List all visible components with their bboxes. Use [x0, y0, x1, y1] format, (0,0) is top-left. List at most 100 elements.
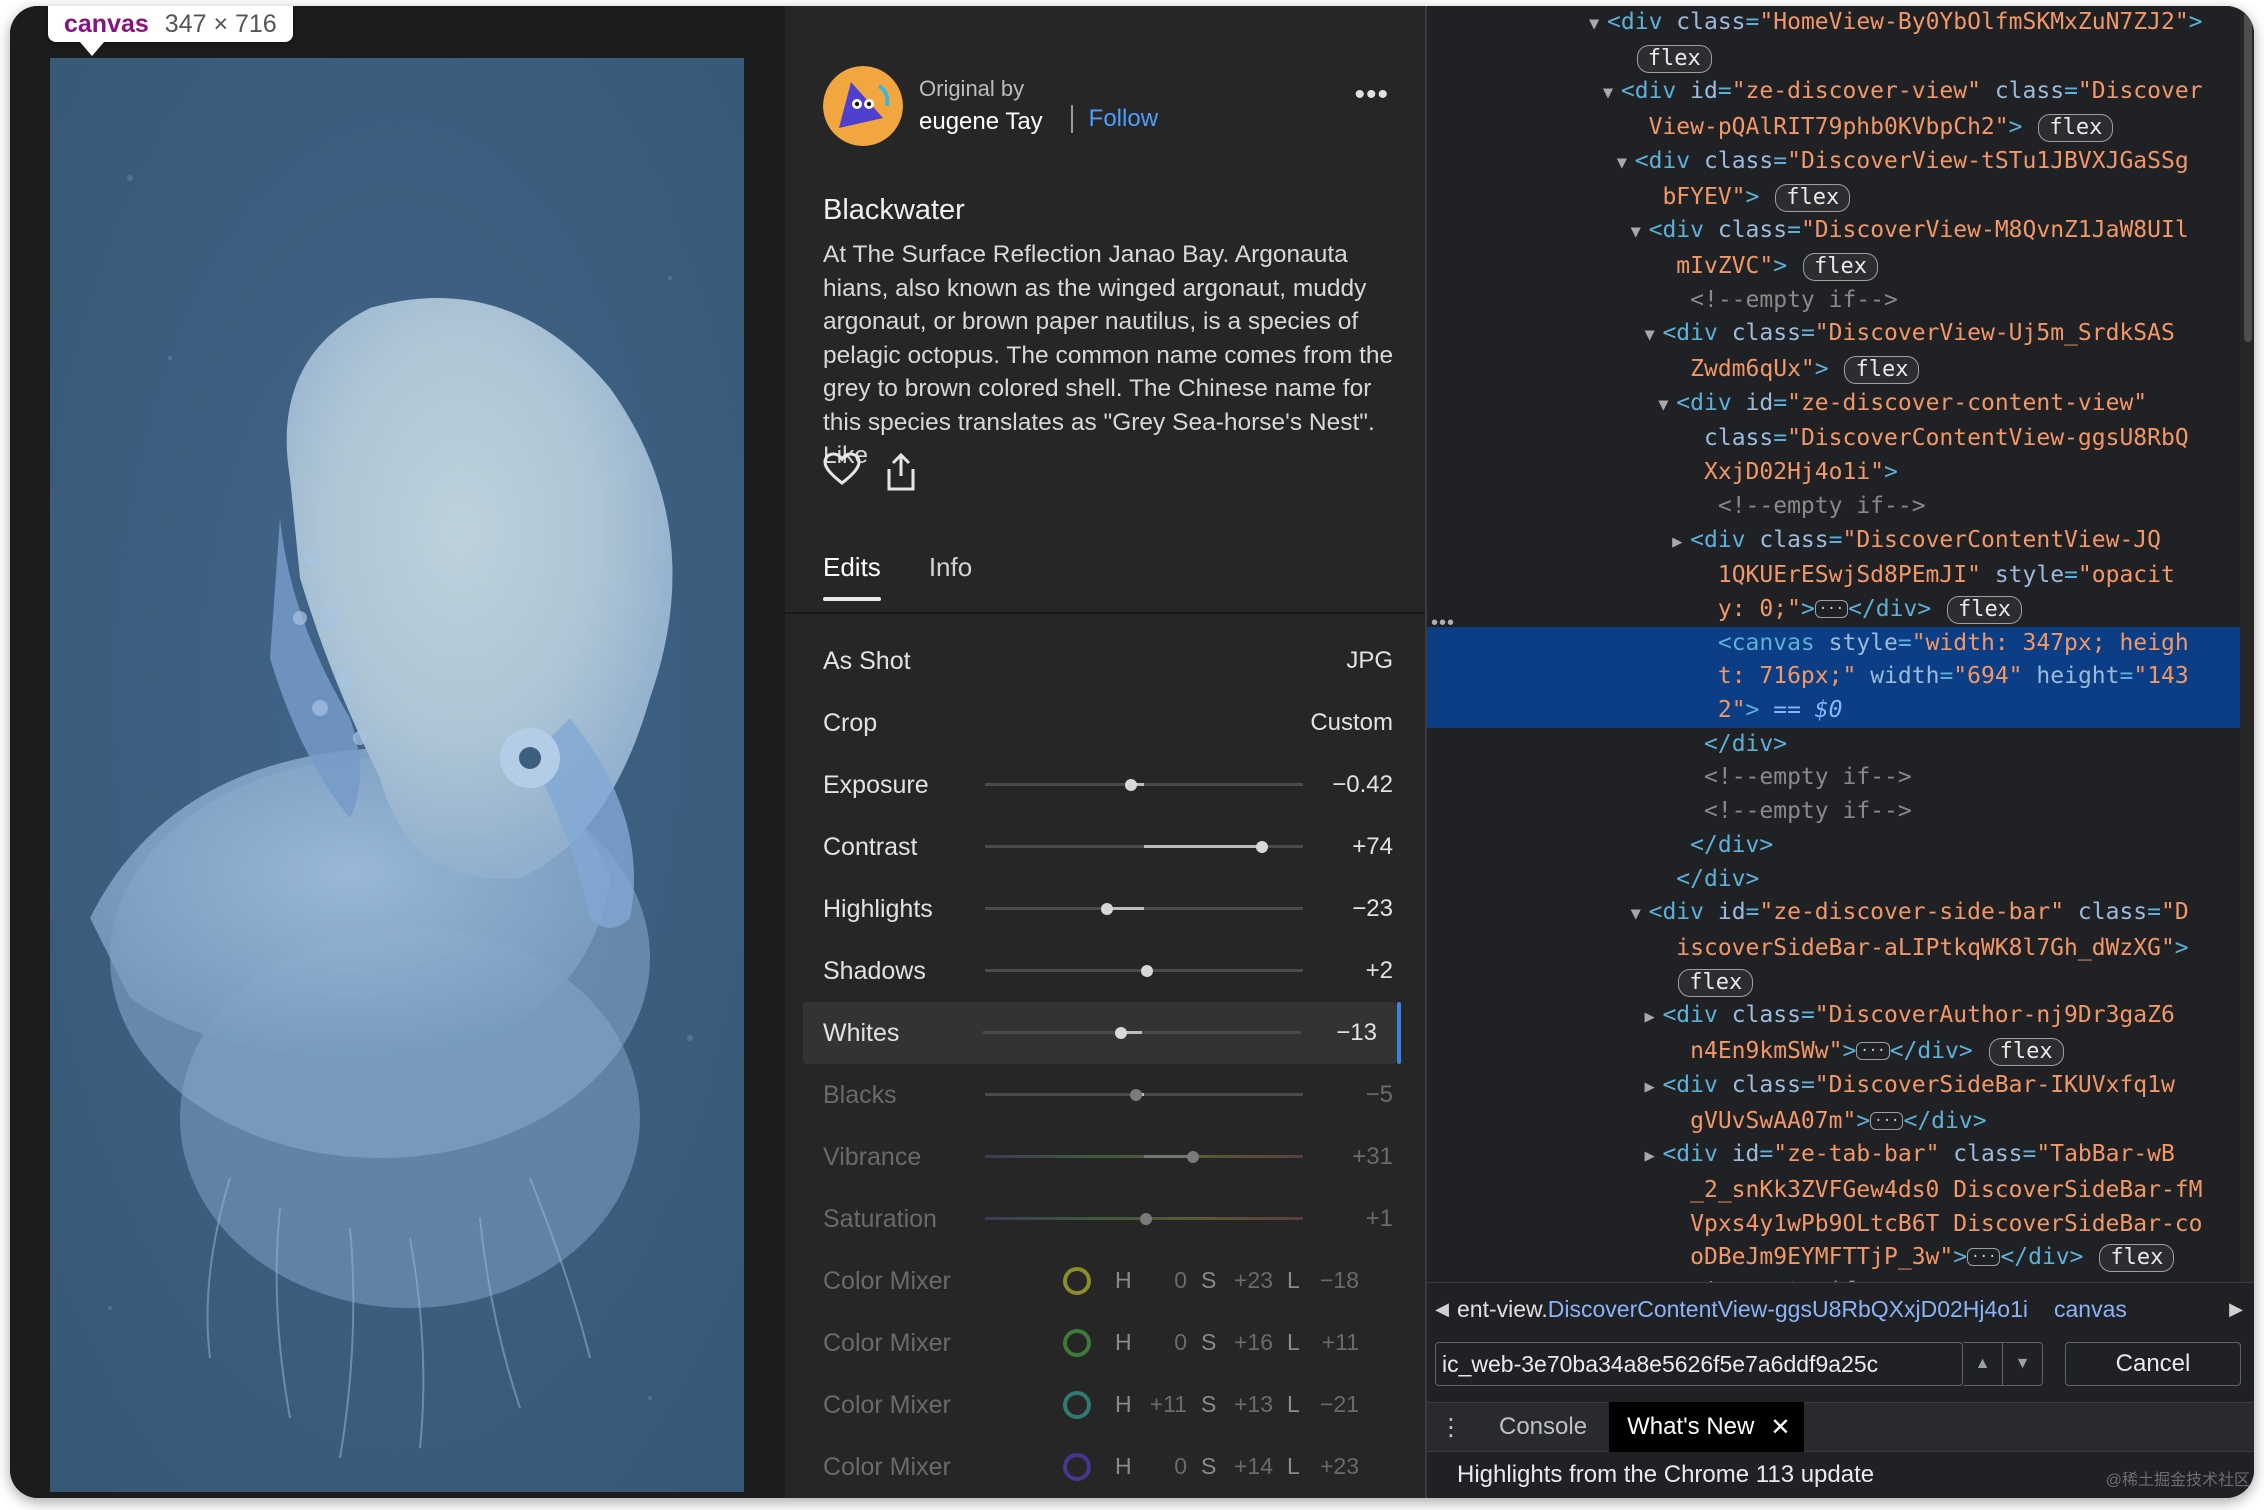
- exposure-slider[interactable]: [985, 778, 1303, 791]
- flex-badge[interactable]: flex: [1636, 44, 1712, 73]
- author-name[interactable]: eugene Tay: [919, 108, 1043, 136]
- breadcrumb-right-arrow-icon[interactable]: ▶: [2216, 1299, 2254, 1320]
- flex-badge[interactable]: flex: [2099, 1244, 2175, 1273]
- dom-node-line[interactable]: </div>: [1427, 863, 2254, 897]
- dom-node-line[interactable]: y: 0;"> ··· </div> flex: [1427, 593, 2254, 627]
- search-input[interactable]: ic_web-3e70ba34a8e5626f5e7a6ddf9a25c: [1435, 1342, 1963, 1386]
- dom-node-line[interactable]: XxjD02Hj4o1i">: [1427, 456, 2254, 490]
- edit-row-contrast[interactable]: Contrast +74: [785, 816, 1415, 878]
- breadcrumb-current[interactable]: canvas: [2054, 1296, 2127, 1323]
- elements-scrollbar[interactable]: [2240, 6, 2254, 1282]
- slider-knob[interactable]: [1101, 902, 1114, 915]
- close-icon[interactable]: ✕: [1770, 1413, 1790, 1442]
- dom-node-line[interactable]: oDBeJm9EYMFTTjP_3w"> ··· </div> flex: [1427, 1241, 2254, 1275]
- dom-node-line[interactable]: <!--empty if-->: [1427, 1275, 2254, 1282]
- dom-node-line[interactable]: flex: [1427, 966, 2254, 1000]
- expand-down-icon[interactable]: ▼: [1631, 216, 1649, 250]
- selected-node-menu-icon[interactable]: •••: [1431, 612, 1455, 635]
- edit-row-crop[interactable]: Crop Custom: [785, 692, 1415, 754]
- flex-badge[interactable]: flex: [1844, 356, 1920, 385]
- dom-node-selected[interactable]: <canvas style="width: 347px; heigh: [1427, 626, 2254, 661]
- color-mixer-row-yellow[interactable]: Color Mixer H 0 S +23 L −18: [785, 1250, 1415, 1312]
- edit-row-whites[interactable]: Whites −13: [803, 1002, 1401, 1064]
- search-prev-icon[interactable]: ▲: [1963, 1342, 2003, 1386]
- dom-node-line[interactable]: ▼ <div id="ze-discover-side-bar" class="D: [1427, 896, 2254, 932]
- color-mixer-row-aqua[interactable]: Color Mixer H +11 S +13 L −21: [785, 1374, 1415, 1436]
- heart-icon[interactable]: [823, 452, 861, 486]
- edit-row-highlights[interactable]: Highlights −23: [785, 878, 1415, 940]
- vibrance-slider[interactable]: [985, 1150, 1303, 1163]
- flex-badge[interactable]: flex: [1678, 968, 1754, 997]
- dom-node-line[interactable]: <!--empty if-->: [1427, 795, 2254, 829]
- slider-knob[interactable]: [1187, 1150, 1200, 1163]
- dom-node-line[interactable]: bFYEV"> flex: [1427, 181, 2254, 215]
- photo-canvas[interactable]: [50, 58, 744, 1492]
- expand-down-icon[interactable]: ▼: [1658, 389, 1676, 423]
- slider-knob[interactable]: [1125, 778, 1138, 791]
- collapsed-ellipsis[interactable]: ···: [1967, 1248, 2001, 1267]
- slider-knob[interactable]: [1141, 964, 1154, 977]
- expand-down-icon[interactable]: ▼: [1589, 8, 1607, 42]
- dom-node-line[interactable]: ▼ <div class="HomeView-By0YbOlfmSKMxZuN7Z…: [1427, 6, 2254, 42]
- edit-row-saturation[interactable]: Saturation +1: [785, 1188, 1415, 1250]
- expand-right-icon[interactable]: ▶: [1644, 1140, 1662, 1174]
- dom-node-line[interactable]: </div>: [1427, 829, 2254, 863]
- edit-row-as-shot[interactable]: As Shot JPG: [785, 630, 1415, 692]
- dom-node-line[interactable]: 1QKUErESwjSd8PEmJI" style="opacit: [1427, 559, 2254, 593]
- slider-knob[interactable]: [1255, 840, 1268, 853]
- flex-badge[interactable]: flex: [1947, 595, 2023, 624]
- color-mixer-row-purple[interactable]: Color Mixer H 0 S +14 L +23: [785, 1436, 1415, 1498]
- dom-node-line[interactable]: View-pQAlRIT79phb0KVbpCh2"> flex: [1427, 111, 2254, 145]
- dom-node-line[interactable]: flex: [1427, 42, 2254, 76]
- dom-node-line[interactable]: ▶ <div class="DiscoverAuthor-nj9Dr3gaZ6: [1427, 999, 2254, 1035]
- scrollbar-thumb[interactable]: [2244, 12, 2252, 342]
- expand-right-icon[interactable]: ▶: [1644, 1001, 1662, 1035]
- edit-row-blacks[interactable]: Blacks −5: [785, 1064, 1415, 1126]
- edit-row-exposure[interactable]: Exposure −0.42: [785, 754, 1415, 816]
- expand-down-icon[interactable]: ▼: [1644, 319, 1662, 353]
- edit-row-shadows[interactable]: Shadows +2: [785, 940, 1415, 1002]
- dom-node-selected[interactable]: t: 716px;" width="694" height="143: [1427, 660, 2254, 695]
- dom-node-line[interactable]: _2_snKk3ZVFGew4ds0 DiscoverSideBar-fM: [1427, 1174, 2254, 1208]
- edit-row-vibrance[interactable]: Vibrance +31: [785, 1126, 1415, 1188]
- shadows-slider[interactable]: [985, 964, 1303, 977]
- dom-node-line[interactable]: </div>: [1427, 728, 2254, 762]
- dom-node-line[interactable]: ▼ <div class="DiscoverView-Uj5m_SrdkSAS: [1427, 317, 2254, 353]
- dom-node-line[interactable]: <!--empty if-->: [1427, 761, 2254, 795]
- flex-badge[interactable]: flex: [1988, 1038, 2064, 1067]
- color-mixer-row-green[interactable]: Color Mixer H 0 S +16 L +11: [785, 1312, 1415, 1374]
- slider-knob[interactable]: [1130, 1088, 1143, 1101]
- dom-node-line[interactable]: ▼ <div class="DiscoverView-tSTu1JBVXJGaSS…: [1427, 145, 2254, 181]
- dom-node-line[interactable]: <!--empty if-->: [1427, 284, 2254, 318]
- dom-node-line[interactable]: mIvZVC"> flex: [1427, 250, 2254, 284]
- expand-down-icon[interactable]: ▼: [1617, 147, 1635, 181]
- more-options-icon[interactable]: •••: [1354, 78, 1389, 112]
- dom-node-line[interactable]: iscoverSideBar-aLIPtkqWK8l7Gh_dWzXG">: [1427, 932, 2254, 966]
- tab-edits[interactable]: Edits: [823, 552, 881, 601]
- dom-node-line[interactable]: ▼ <div id="ze-discover-content-view": [1427, 387, 2254, 423]
- breadcrumb-left-arrow-icon[interactable]: ◀: [1427, 1299, 1457, 1320]
- slider-knob[interactable]: [1115, 1026, 1128, 1039]
- collapsed-ellipsis[interactable]: ···: [1870, 1111, 1904, 1130]
- collapsed-ellipsis[interactable]: ···: [1856, 1042, 1890, 1061]
- drawer-menu-icon[interactable]: ⋮: [1427, 1413, 1475, 1442]
- tab-console[interactable]: Console: [1475, 1413, 1609, 1441]
- whites-slider[interactable]: [983, 1026, 1301, 1039]
- flex-badge[interactable]: flex: [1802, 252, 1878, 281]
- tab-info[interactable]: Info: [929, 552, 972, 601]
- dom-node-line[interactable]: class="DiscoverContentView-ggsU8RbQ: [1427, 422, 2254, 456]
- dom-node-line[interactable]: ▼ <div id="ze-discover-view" class="Disco…: [1427, 75, 2254, 111]
- highlights-slider[interactable]: [985, 902, 1303, 915]
- dom-node-line[interactable]: <!--empty if-->: [1427, 490, 2254, 524]
- saturation-slider[interactable]: [985, 1212, 1303, 1225]
- cancel-button[interactable]: Cancel: [2065, 1342, 2241, 1386]
- dom-node-line[interactable]: ▶ <div class="DiscoverSideBar-IKUVxfq1w: [1427, 1069, 2254, 1105]
- slider-knob[interactable]: [1139, 1212, 1152, 1225]
- follow-button[interactable]: Follow: [1089, 105, 1158, 133]
- dom-node-line[interactable]: ▶ <div id="ze-tab-bar" class="TabBar-wB: [1427, 1138, 2254, 1174]
- dom-node-selected[interactable]: 2"> == $0: [1427, 694, 2254, 728]
- expand-down-icon[interactable]: ▼: [1631, 898, 1649, 932]
- blacks-slider[interactable]: [985, 1088, 1303, 1101]
- share-icon[interactable]: [883, 452, 919, 492]
- search-next-icon[interactable]: ▼: [2003, 1342, 2043, 1386]
